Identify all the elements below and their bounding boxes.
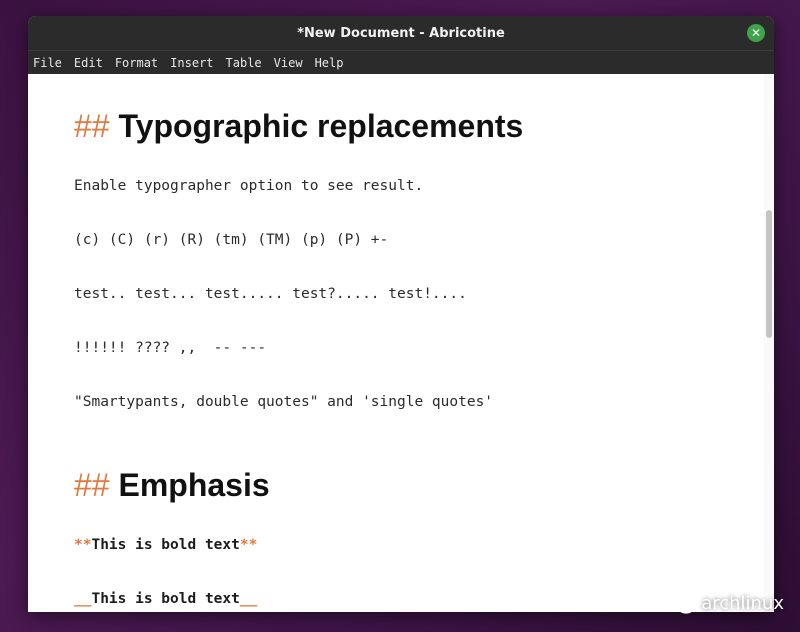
bold-text: This is bold text [91, 591, 240, 607]
text-line[interactable]: test.. test... test..... test?..... test… [74, 286, 467, 302]
menu-help[interactable]: Help [315, 56, 344, 70]
watermark: archlinux [669, 593, 784, 614]
text-line[interactable]: !!!!!! ???? ,, -- --- [74, 340, 266, 356]
heading-text: Typographic replacements [118, 108, 524, 144]
close-button[interactable]: ✕ [747, 24, 765, 42]
bold-marker: __ [74, 591, 92, 607]
heading-marker: ## [74, 108, 110, 144]
heading-text: Emphasis [118, 467, 270, 503]
text-line[interactable]: "Smartypants, double quotes" and 'single… [74, 394, 493, 410]
menu-insert[interactable]: Insert [170, 56, 213, 70]
menu-file[interactable]: File [33, 56, 62, 70]
heading-marker: ## [74, 467, 110, 503]
scrollbar-thumb[interactable] [766, 210, 772, 338]
heading-typographic[interactable]: ## Typographic replacements [74, 108, 523, 145]
menu-table[interactable]: Table [226, 56, 262, 70]
text-line[interactable]: (c) (C) (r) (R) (tm) (TM) (p) (P) +- [74, 232, 388, 248]
title-bar: *New Document - Abricotine ✕ [28, 16, 774, 50]
wechat-icon [669, 593, 695, 614]
bold-marker: ** [239, 537, 258, 553]
window-title: *New Document - Abricotine [297, 25, 505, 41]
text-line[interactable]: Enable typographer option to see result. [74, 178, 423, 194]
close-icon: ✕ [750, 26, 762, 40]
menu-format[interactable]: Format [115, 56, 158, 70]
app-window: *New Document - Abricotine ✕ File Edit F… [28, 16, 774, 612]
menu-edit[interactable]: Edit [74, 56, 103, 70]
watermark-text: archlinux [701, 593, 784, 614]
bold-marker: ** [74, 537, 92, 553]
menu-bar: File Edit Format Insert Table View Help [28, 50, 774, 75]
bold-line[interactable]: **This is bold text** [74, 537, 257, 553]
editor-area[interactable]: ## Typographic replacements Enable typog… [28, 74, 774, 612]
heading-emphasis[interactable]: ## Emphasis [74, 467, 270, 504]
bold-marker: __ [239, 591, 258, 607]
menu-view[interactable]: View [274, 56, 303, 70]
bold-text: This is bold text [91, 537, 240, 553]
vertical-scrollbar[interactable] [764, 74, 774, 612]
bold-line[interactable]: __This is bold text__ [74, 591, 257, 607]
